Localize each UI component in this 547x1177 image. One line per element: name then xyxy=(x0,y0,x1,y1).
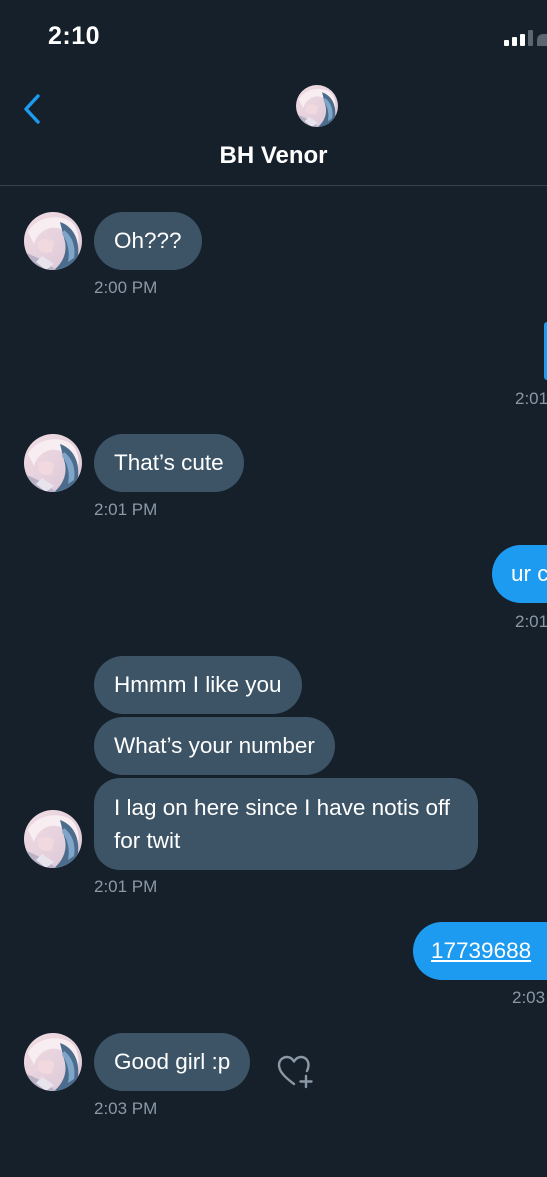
incoming-message[interactable]: I lag on here since I have notis off for… xyxy=(94,778,478,870)
incoming-message[interactable]: Hmmm I like you xyxy=(94,656,302,714)
sender-avatar[interactable] xyxy=(24,810,82,868)
message-timestamp: 2:03 PM xyxy=(94,1099,158,1118)
outgoing-message[interactable]: 17739688 xyxy=(413,922,547,980)
message-timestamp: 2:03 xyxy=(512,988,546,1007)
sender-avatar[interactable] xyxy=(24,212,82,270)
phone-number-link[interactable]: 17739688 xyxy=(431,938,531,963)
heart-plus-icon[interactable] xyxy=(276,1054,316,1090)
conversation-header: BH Venor xyxy=(0,72,547,186)
incoming-message[interactable]: Good girl :p xyxy=(94,1033,251,1091)
header-avatar[interactable] xyxy=(296,85,338,127)
outgoing-message[interactable]: ur c xyxy=(492,545,547,603)
status-time: 2:10 xyxy=(48,22,101,50)
sender-avatar[interactable] xyxy=(24,1033,82,1091)
incoming-message[interactable]: What’s your number xyxy=(94,717,335,775)
chevron-left-icon[interactable] xyxy=(18,92,48,126)
message-timestamp: 2:01 xyxy=(515,389,547,408)
incoming-message[interactable]: Oh??? xyxy=(94,212,202,270)
message-timestamp: 2:01 PM xyxy=(94,877,158,896)
conversation-title[interactable]: BH Venor xyxy=(0,142,547,170)
message-timestamp: 2:01 PM xyxy=(94,500,158,519)
status-bar: 2:10 xyxy=(0,0,547,72)
message-timestamp: 2:00 PM xyxy=(94,278,158,297)
message-timestamp: 2:01 xyxy=(515,612,547,631)
signal-bars-icon xyxy=(504,30,547,46)
incoming-message[interactable]: That’s cute xyxy=(94,434,244,492)
sender-avatar[interactable] xyxy=(24,434,82,492)
